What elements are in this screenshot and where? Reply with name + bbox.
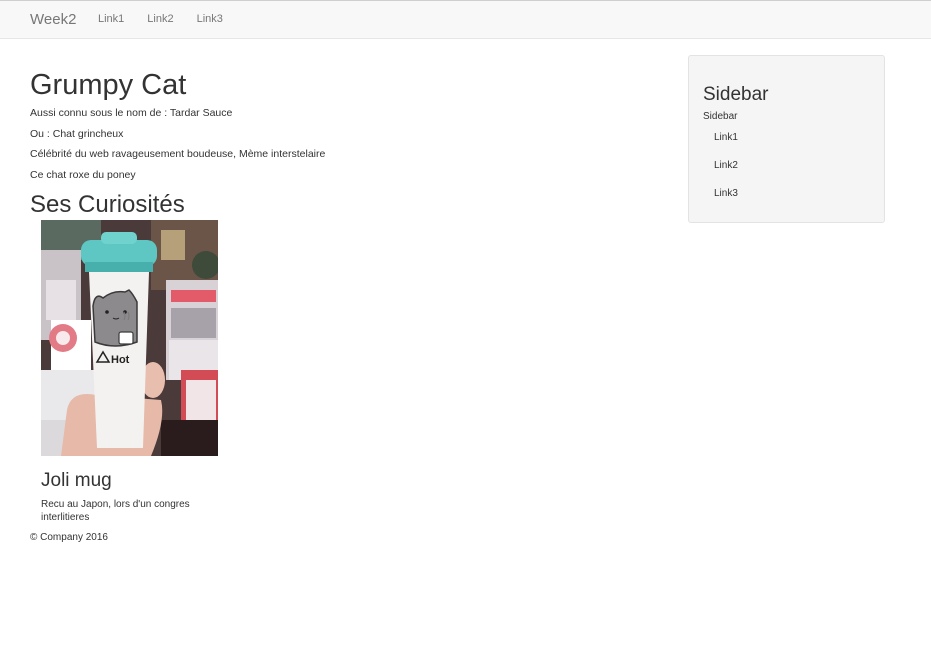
nav-link-3[interactable]: Link3: [197, 13, 223, 25]
sidebar-link-1[interactable]: Link1: [714, 132, 738, 143]
section-title: Ses Curiosités: [30, 191, 185, 218]
nav-links: Link1 Link2 Link3: [98, 13, 246, 25]
card-title: Joli mug: [41, 470, 112, 491]
sidebar-title: Sidebar: [703, 84, 769, 105]
brand-link[interactable]: Week2: [30, 11, 76, 28]
card-text: Recu au Japon, lors d'un congres interli…: [41, 499, 190, 523]
sidebar-item-link3: Link3: [714, 188, 738, 216]
page-title: Grumpy Cat: [30, 69, 187, 101]
navbar: Week2 Link1 Link2 Link3: [0, 0, 931, 39]
mug-photo: Hot: [41, 220, 218, 456]
main-content: Grumpy Cat Aussi connu sous le nom de : …: [30, 68, 650, 545]
sidebar-links: Link1 Link2 Link3: [714, 132, 738, 216]
intro-paragraph: Aussi connu sous le nom de : Tardar Sauc…: [30, 107, 233, 119]
sidebar: Sidebar Sidebar Link1 Link2 Link3: [688, 55, 885, 223]
mug-photo-illustration: Hot: [41, 220, 218, 456]
sidebar-link-3[interactable]: Link3: [714, 188, 738, 199]
sidebar-item-link1: Link1: [714, 132, 738, 160]
intro-paragraph: Ou : Chat grincheux: [30, 127, 124, 140]
sidebar-subtitle: Sidebar: [703, 111, 738, 122]
intro-text: Aussi connu sous le nom de : Tardar Sauc…: [30, 103, 650, 185]
curiosity-card: Hot Joli mug Recu au Japon, lors d'un co…: [41, 220, 218, 524]
intro-paragraph: Ce chat roxe du poney: [30, 168, 136, 181]
intro-paragraph: Célébrité du web ravageusement boudeuse,…: [30, 148, 326, 160]
footer-copyright: © Company 2016: [30, 532, 108, 543]
mug-hot-label: Hot: [111, 354, 130, 366]
nav-link-1[interactable]: Link1: [98, 13, 124, 25]
sidebar-item-link2: Link2: [714, 160, 738, 188]
sidebar-link-2[interactable]: Link2: [714, 160, 738, 171]
nav-link-2[interactable]: Link2: [147, 13, 173, 25]
